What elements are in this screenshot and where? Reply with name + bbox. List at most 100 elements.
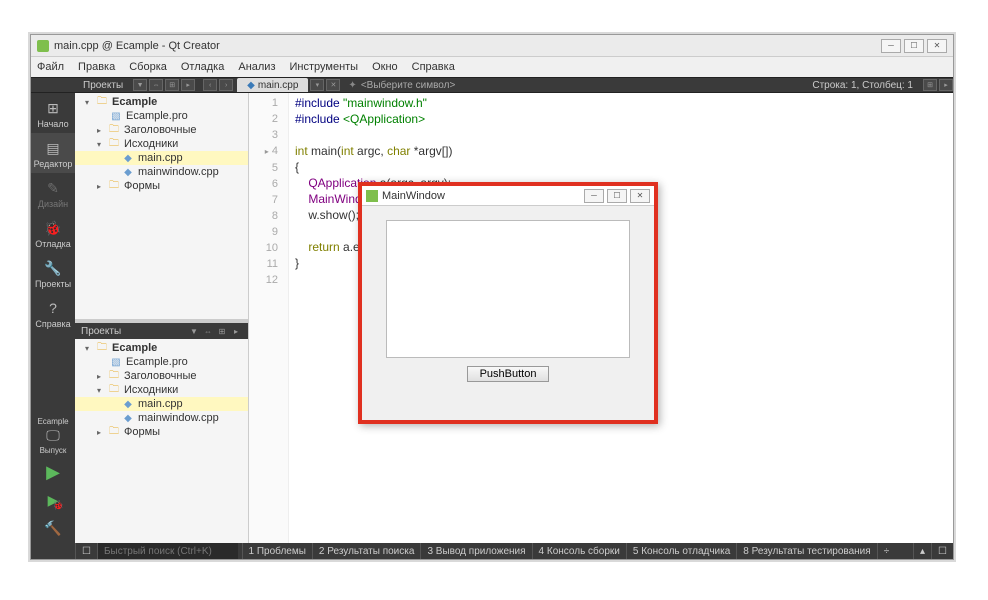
filter-icon[interactable]: ▼	[188, 325, 200, 337]
rail-editor[interactable]: ▤Редактор	[31, 133, 75, 173]
sb-close-icon[interactable]: ☐	[931, 543, 953, 559]
tree2-sources[interactable]: ▾🗀Исходники	[75, 383, 248, 397]
file-icon: ▧	[109, 356, 123, 368]
sb-search-results[interactable]: 2 Результаты поиска	[312, 543, 421, 559]
wrench-icon: 🔧	[44, 259, 62, 277]
split-editor-icon[interactable]: ⊞	[923, 79, 937, 91]
sb-up-icon[interactable]: ▴	[913, 543, 931, 559]
monitor-icon: 🖵	[44, 426, 62, 444]
build-button[interactable]: 🔨	[31, 515, 75, 543]
tree2-forms[interactable]: ▸🗀Формы	[75, 425, 248, 439]
folder-icon: 🗀	[107, 180, 121, 192]
run-button[interactable]: ▶	[31, 459, 75, 487]
tree2-file-mainwindow[interactable]: ◆mainwindow.cpp	[75, 411, 248, 425]
target-selector[interactable]: Ecample 🖵 Выпуск	[31, 413, 75, 459]
sb-tests[interactable]: 8 Результаты тестирования	[736, 543, 876, 559]
tab-dropdown-icon[interactable]: ▾	[310, 79, 324, 91]
folder-icon: 🗀	[107, 384, 121, 396]
collapse-icon[interactable]: ▸	[181, 79, 195, 91]
maximize-button[interactable]: ☐	[904, 39, 924, 53]
popup-minimize-button[interactable]: ─	[584, 189, 604, 203]
debug-run-button[interactable]: ▶🐞	[31, 487, 75, 515]
locator-toggle[interactable]: ☐	[75, 543, 97, 559]
link-icon[interactable]: ⇔	[202, 325, 214, 337]
pencil-icon: ✎	[44, 179, 62, 197]
menu-window[interactable]: Окно	[372, 61, 398, 73]
tab-close-icon[interactable]: ✕	[326, 79, 340, 91]
play-bug-icon: ▶🐞	[44, 491, 62, 509]
project-tree-1: ▾🗀Ecample ▧Ecample.pro ▸🗀Заголовочные ▾🗀…	[75, 93, 248, 319]
nav-fwd-icon[interactable]: ›	[219, 79, 233, 91]
tree2-profile[interactable]: ▧Ecample.pro	[75, 355, 248, 369]
cpp-file-icon: ◆	[121, 152, 135, 164]
tree-profile[interactable]: ▧Ecample.pro	[75, 109, 248, 123]
edit-icon: ▤	[44, 139, 62, 157]
nav-back-icon[interactable]: ‹	[203, 79, 217, 91]
line-col-indicator: Строка: 1, Столбец: 1	[812, 80, 921, 91]
folder-icon: 🗀	[95, 342, 109, 354]
filter-icon[interactable]: ▼	[133, 79, 147, 91]
tree2-project[interactable]: ▾🗀Ecample	[75, 341, 248, 355]
tree2-file-main[interactable]: ◆main.cpp	[75, 397, 248, 411]
popup-title: MainWindow	[382, 190, 445, 202]
tree2-headers[interactable]: ▸🗀Заголовочные	[75, 369, 248, 383]
rail-debug[interactable]: 🐞Отладка	[31, 213, 75, 253]
menu-analyze[interactable]: Анализ	[238, 61, 275, 73]
project-tree-2: ▾🗀Ecample ▧Ecample.pro ▸🗀Заголовочные ▾🗀…	[75, 339, 248, 543]
tree-forms[interactable]: ▸🗀Формы	[75, 179, 248, 193]
menu-help[interactable]: Справка	[412, 61, 455, 73]
editor-tab[interactable]: ◆ main.cpp	[237, 78, 308, 92]
hammer-icon: 🔨	[44, 519, 62, 537]
menu-build[interactable]: Сборка	[129, 61, 167, 73]
bug-icon: 🐞	[44, 219, 62, 237]
qt-logo-icon	[37, 40, 49, 52]
more-icon[interactable]: ▸	[939, 79, 953, 91]
grid-icon: ⊞	[44, 99, 62, 117]
rail-welcome[interactable]: ⊞Начало	[31, 93, 75, 133]
folder-icon: 🗀	[107, 138, 121, 150]
play-icon: ▶	[44, 463, 62, 481]
minimize-button[interactable]: ─	[881, 39, 901, 53]
menu-tools[interactable]: Инструменты	[290, 61, 359, 73]
tree-project[interactable]: ▾🗀Ecample	[75, 95, 248, 109]
folder-icon: 🗀	[107, 426, 121, 438]
help-icon: ?	[44, 299, 62, 317]
close-panel-icon[interactable]: ▸	[230, 325, 242, 337]
top-toolbar: Проекты ▼ ⇔ ⊞ ▸ ‹ › ◆ main.cpp ▾ ✕ ✦ <Вы…	[31, 77, 953, 93]
line-gutter: 123▸ 456789101112	[249, 93, 289, 543]
mode-rail: ⊞Начало ▤Редактор ✎Дизайн 🐞Отладка 🔧Прое…	[31, 93, 75, 543]
popup-textarea[interactable]	[386, 220, 630, 358]
close-button[interactable]: ✕	[927, 39, 947, 53]
split-icon[interactable]: ⊞	[165, 79, 179, 91]
running-app-window: MainWindow ─ ☐ ✕ PushButton	[358, 182, 658, 424]
popup-close-button[interactable]: ✕	[630, 189, 650, 203]
titlebar: main.cpp @ Ecample - Qt Creator ─ ☐ ✕	[31, 35, 953, 57]
split-icon[interactable]: ⊞	[216, 325, 228, 337]
sb-compile-output[interactable]: 4 Консоль сборки	[532, 543, 626, 559]
rail-help[interactable]: ?Справка	[31, 293, 75, 333]
sb-problems[interactable]: 1 Проблемы	[242, 543, 312, 559]
sb-app-output[interactable]: 3 Вывод приложения	[420, 543, 531, 559]
link-icon[interactable]: ⇔	[149, 79, 163, 91]
sb-debugger[interactable]: 5 Консоль отладчика	[626, 543, 736, 559]
tree-file-mainwindow[interactable]: ◆mainwindow.cpp	[75, 165, 248, 179]
popup-titlebar: MainWindow ─ ☐ ✕	[362, 186, 654, 206]
menu-debug[interactable]: Отладка	[181, 61, 224, 73]
popup-maximize-button[interactable]: ☐	[607, 189, 627, 203]
tree-headers[interactable]: ▸🗀Заголовочные	[75, 123, 248, 137]
qt-logo-icon	[366, 190, 378, 202]
cpp-file-icon: ◆	[121, 412, 135, 424]
rail-design[interactable]: ✎Дизайн	[31, 173, 75, 213]
projects-panel-label: Проекты	[75, 78, 131, 92]
menu-file[interactable]: Файл	[37, 61, 64, 73]
tree-file-main[interactable]: ◆main.cpp	[75, 151, 248, 165]
tree-sources[interactable]: ▾🗀Исходники	[75, 137, 248, 151]
symbol-selector[interactable]: <Выберите символ>	[361, 80, 456, 91]
menu-edit[interactable]: Правка	[78, 61, 115, 73]
rail-projects[interactable]: 🔧Проекты	[31, 253, 75, 293]
push-button[interactable]: PushButton	[467, 366, 550, 382]
sb-dropdown-icon[interactable]: ÷	[877, 543, 896, 559]
file-icon: ▧	[109, 110, 123, 122]
window-title: main.cpp @ Ecample - Qt Creator	[54, 40, 220, 52]
quick-search-input[interactable]	[98, 543, 238, 559]
